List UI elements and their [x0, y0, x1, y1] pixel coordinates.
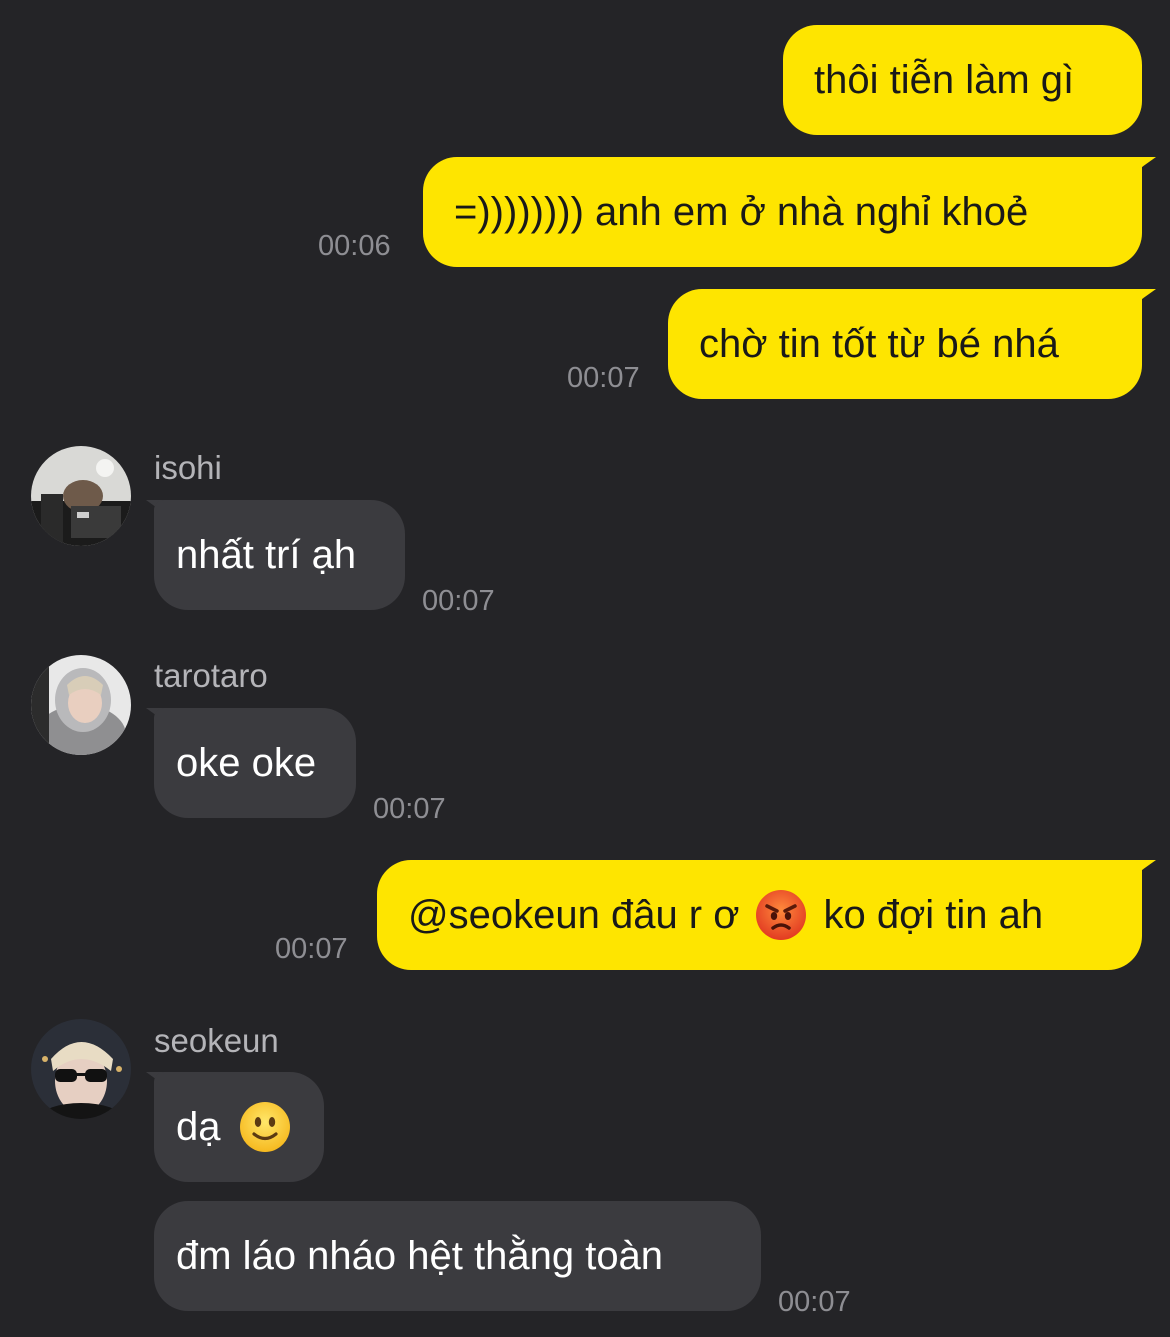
sender-name: isohi	[154, 449, 222, 486]
message-bubble-incoming[interactable]: đm láo nháo hệt thằng toàn	[154, 1201, 761, 1311]
message-timestamp: 00:07	[567, 362, 640, 394]
message-text: @seokeun đâu r ơ	[408, 893, 740, 937]
message-text: đm láo nháo hệt thằng toàn	[176, 1234, 664, 1278]
message-timestamp: 00:07	[422, 585, 495, 617]
avatar-tarotaro[interactable]	[31, 655, 131, 755]
message-timestamp: 00:07	[275, 933, 348, 965]
message-text: nhất trí ạh	[176, 533, 357, 577]
avatar-seokeun[interactable]	[31, 1019, 131, 1119]
message-timestamp: 00:07	[373, 793, 446, 825]
message-bubble-incoming[interactable]: nhất trí ạh	[154, 500, 405, 610]
sender-name: tarotaro	[154, 657, 268, 694]
message-timestamp: 00:07	[778, 1286, 851, 1318]
message-bubble-incoming[interactable]: dạ	[154, 1072, 324, 1182]
message-text: oke oke	[176, 741, 317, 785]
message-bubble-incoming[interactable]: oke oke	[154, 708, 356, 818]
profile-photo-icon	[31, 655, 131, 755]
message-bubble-outgoing[interactable]: thôi tiễn làm gì	[783, 25, 1142, 135]
message-text: =)))))))) anh em ở nhà nghỉ khoẻ	[454, 190, 1029, 234]
avatar-isohi[interactable]	[31, 446, 131, 546]
message-timestamp: 00:06	[318, 230, 391, 262]
message-bubble-outgoing[interactable]: =)))))))) anh em ở nhà nghỉ khoẻ	[423, 157, 1142, 267]
message-bubble-outgoing[interactable]: chờ tin tốt từ bé nhá	[668, 289, 1142, 399]
sender-name: seokeun	[154, 1022, 279, 1059]
message-text: dạ	[176, 1105, 221, 1149]
message-bubble-outgoing[interactable]: @seokeun đâu r ơ ko đợi tin ah	[377, 860, 1142, 970]
profile-photo-icon	[31, 1019, 131, 1119]
angry-face-emoji	[755, 889, 807, 941]
message-text: chờ tin tốt từ bé nhá	[699, 322, 1059, 366]
message-text: thôi tiễn làm gì	[814, 58, 1075, 102]
slightly-smiling-face-emoji	[239, 1101, 291, 1153]
profile-photo-icon	[31, 446, 131, 546]
message-text: ko đợi tin ah	[823, 893, 1044, 937]
